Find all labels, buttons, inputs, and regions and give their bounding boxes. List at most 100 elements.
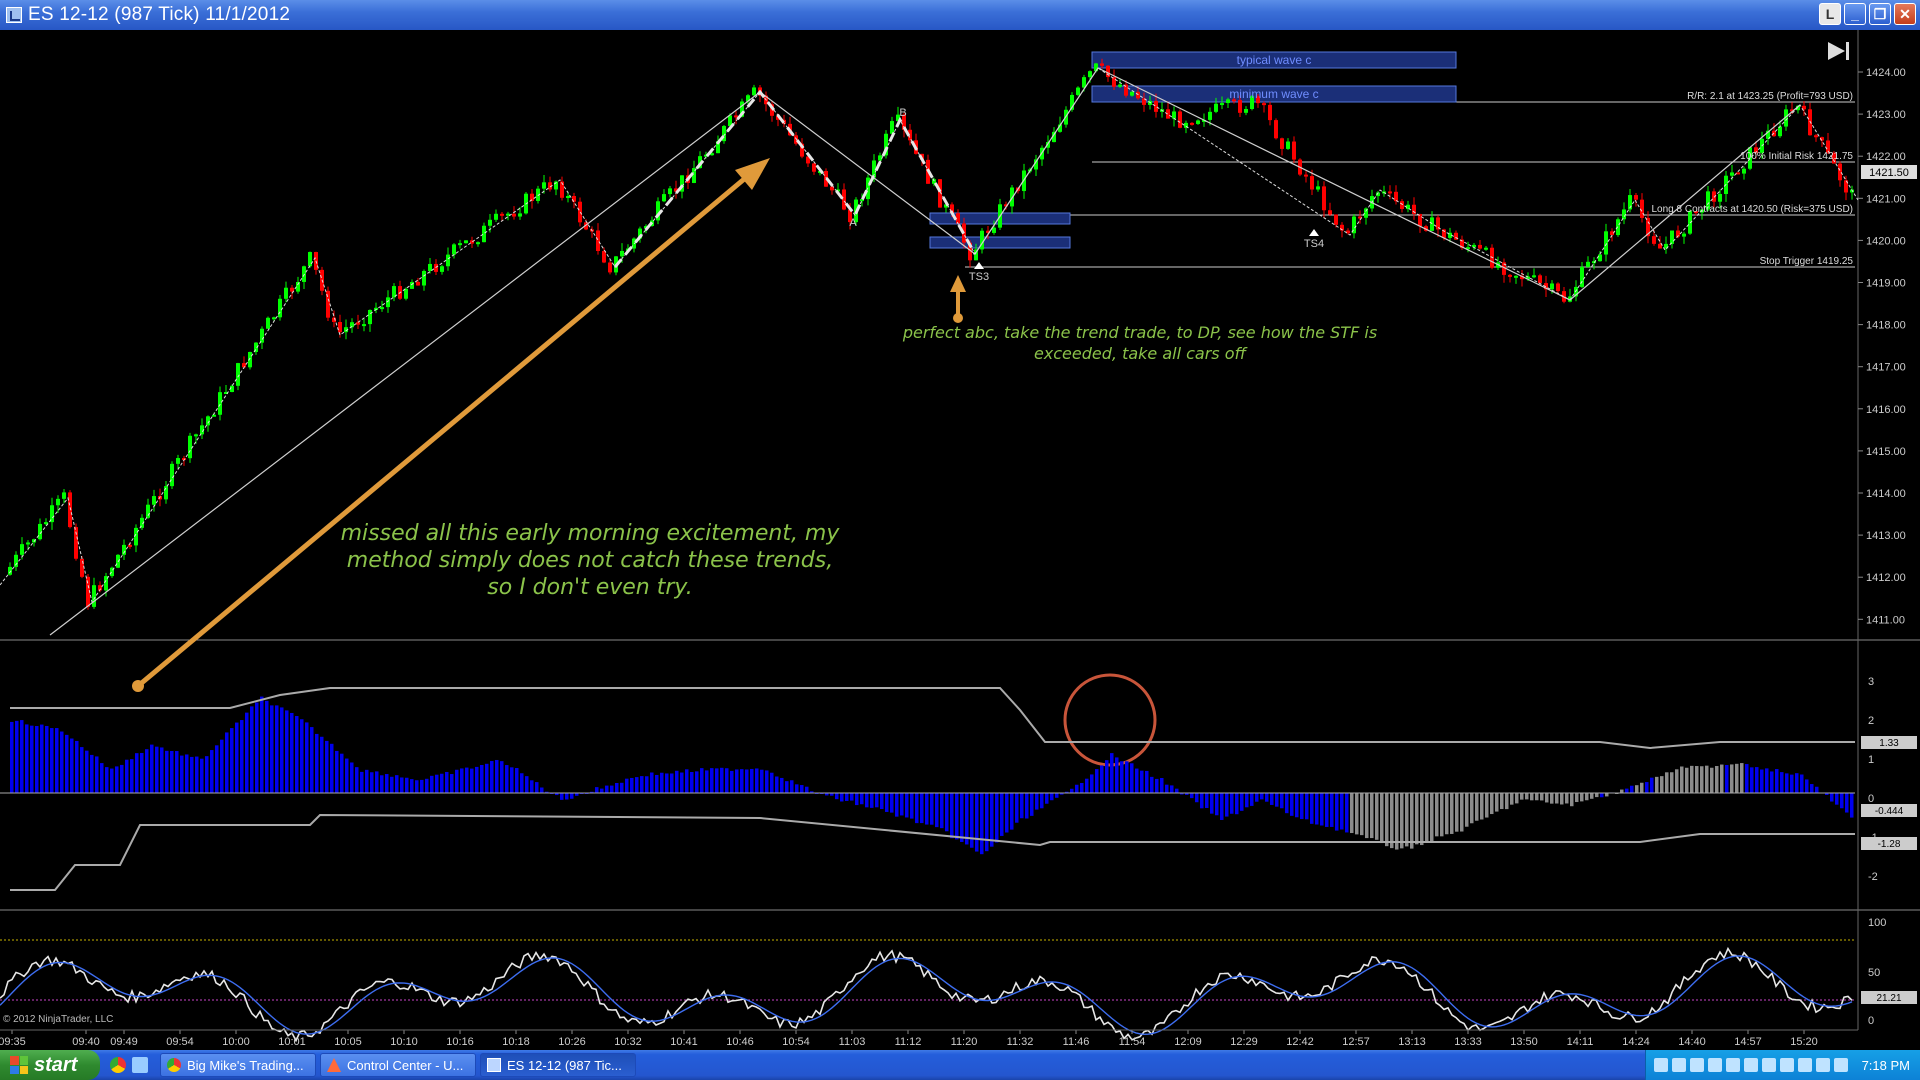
candle-body (1586, 261, 1590, 267)
osc-tick-label: 2 (1868, 715, 1874, 727)
tray-icon[interactable] (1761, 1058, 1776, 1072)
candle-body (1244, 108, 1248, 113)
histogram-bar (1640, 782, 1644, 793)
histogram-bar (700, 768, 704, 793)
histogram-bar (1375, 793, 1379, 840)
time-tick-label: 11:03 (839, 1036, 866, 1048)
histogram-bar (1585, 793, 1589, 801)
histogram-bar (790, 780, 794, 793)
histogram-bar (1205, 793, 1209, 809)
tray-icon[interactable] (1743, 1058, 1758, 1072)
time-tick-label: 10:26 (558, 1036, 586, 1048)
histogram-bar (1355, 793, 1359, 835)
task-big-mikes[interactable]: Big Mike's Trading... (160, 1053, 316, 1077)
histogram-bar (735, 769, 739, 793)
tray-icon[interactable] (1671, 1058, 1686, 1072)
candle-body (1400, 201, 1404, 209)
histogram-bar (1420, 793, 1424, 846)
histogram-bar (410, 779, 414, 793)
histogram-bar (720, 767, 724, 793)
histogram-bar (880, 793, 884, 810)
arrow-tail-dot (132, 680, 144, 692)
zone-box-lower[interactable] (929, 236, 1071, 249)
histogram-bar (1275, 793, 1279, 807)
close-button[interactable]: ✕ (1894, 3, 1916, 25)
chrome-icon[interactable] (110, 1057, 126, 1073)
histogram-bar (855, 793, 859, 806)
histogram-bar (1315, 793, 1319, 825)
histogram-bar (1595, 793, 1599, 798)
candle-body (422, 271, 426, 286)
tray-icon[interactable] (1797, 1058, 1812, 1072)
histogram-bar (1005, 793, 1009, 833)
scroll-to-end-icon[interactable] (1828, 42, 1849, 60)
highlight-circle (1063, 673, 1157, 767)
histogram-bar (1170, 785, 1174, 793)
histogram-bar (455, 769, 459, 793)
candle-body (152, 496, 156, 505)
tray-icon[interactable] (1779, 1058, 1794, 1072)
candle-body (1076, 87, 1080, 95)
tray-icon[interactable] (1653, 1058, 1668, 1072)
histogram-bar (1305, 793, 1309, 820)
histogram-bar (185, 754, 189, 793)
histogram-bar (1130, 763, 1134, 793)
task-es-chart[interactable]: ES 12-12 (987 Tic... (480, 1053, 636, 1077)
tray-icon[interactable] (1833, 1058, 1848, 1072)
tray-icon[interactable] (1689, 1058, 1704, 1072)
histogram-bar (1415, 793, 1419, 845)
histogram-bar (1360, 793, 1364, 836)
histogram-bar (975, 793, 979, 852)
price-tick-label: 1424.00 (1866, 67, 1906, 79)
task-control-center[interactable]: Control Center - U... (320, 1053, 476, 1077)
candle-body (176, 458, 180, 464)
time-tick-label: 11:12 (895, 1036, 922, 1048)
tray-icon[interactable] (1815, 1058, 1830, 1072)
histogram-bar (1330, 793, 1334, 827)
tray-icon[interactable] (1725, 1058, 1740, 1072)
annotation-arrow (135, 167, 758, 689)
price-tick-label: 1411.00 (1866, 614, 1905, 626)
link-button[interactable]: L (1819, 3, 1841, 25)
oscillator-histogram[interactable] (10, 696, 1854, 855)
candle-body (356, 322, 360, 325)
histogram-bar (1200, 793, 1204, 809)
time-tick-label: 12:29 (1230, 1036, 1258, 1048)
histogram-bar (610, 785, 614, 793)
desktop-icon[interactable] (132, 1057, 148, 1073)
histogram-bar (1405, 793, 1409, 847)
restore-button[interactable]: ❐ (1869, 3, 1891, 25)
clock[interactable]: 7:18 PM (1862, 1058, 1910, 1073)
price-tick-label: 1413.00 (1866, 530, 1906, 542)
candle-body (1316, 186, 1320, 190)
tray-icon[interactable] (1707, 1058, 1722, 1072)
histogram-bar (470, 768, 474, 793)
histogram-bar (1280, 793, 1284, 809)
window-title-bar[interactable]: ES 12-12 (987 Tick) 11/1/2012 L _ ❐ ✕ (0, 0, 1920, 30)
histogram-bar (95, 756, 99, 793)
candle-body (596, 230, 600, 252)
histogram-bar (105, 767, 109, 793)
minimize-button[interactable]: _ (1844, 3, 1866, 25)
candle-body (1418, 213, 1422, 227)
histogram-bar (845, 793, 849, 801)
histogram-bar (1510, 793, 1514, 805)
histogram-bar (1620, 789, 1624, 793)
histogram-bar (660, 772, 664, 793)
histogram-bar (680, 772, 684, 793)
histogram-bar (1680, 766, 1684, 793)
chart-area[interactable]: 1424.00 1423.00 1422.00 1421.00 1420.00 1419.… (0, 30, 1920, 1050)
histogram-bar (695, 771, 699, 793)
histogram-bar (295, 716, 299, 793)
histogram-bar (1260, 793, 1264, 800)
histogram-bar (475, 766, 479, 793)
candle-body (620, 250, 624, 257)
histogram-bar (175, 751, 179, 793)
histogram-bar (1635, 785, 1639, 793)
histogram-bar (670, 773, 674, 793)
histogram-bar (1810, 784, 1814, 793)
candle-body (518, 213, 522, 217)
histogram-bar (960, 793, 964, 842)
start-button[interactable]: start (0, 1050, 100, 1080)
candle-body (494, 213, 498, 220)
